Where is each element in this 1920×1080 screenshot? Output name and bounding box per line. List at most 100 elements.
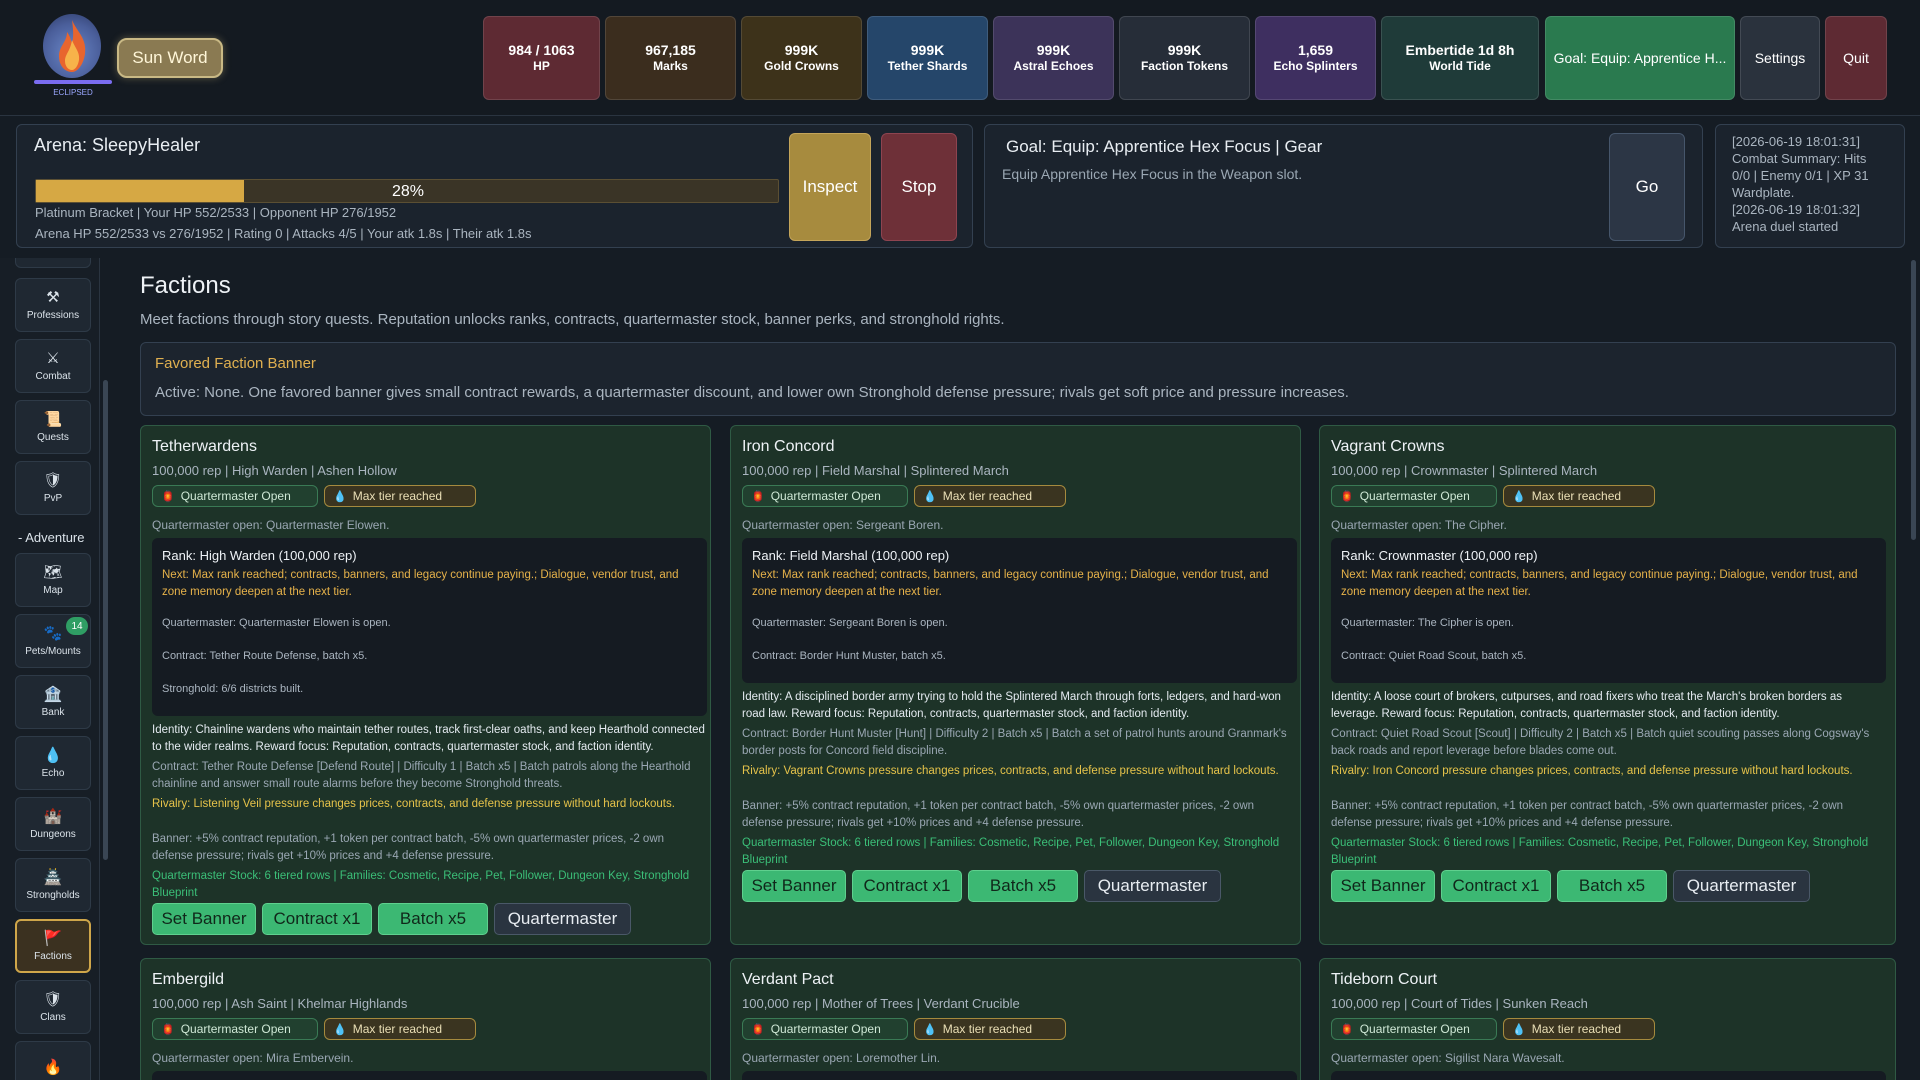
- batch-x5-button[interactable]: Batch x5: [378, 903, 488, 935]
- contract-x1-button[interactable]: Contract x1: [262, 903, 372, 935]
- faction-name: Verdant Pact: [742, 971, 834, 988]
- rank-line: Rank: Field Marshal (100,000 rep): [752, 548, 950, 563]
- faction-name: Tideborn Court: [1331, 971, 1438, 988]
- banner-text: Banner: +5% contract reputation, +1 toke…: [742, 800, 1255, 829]
- quartermaster-open-badge: 🏮 Quartermaster Open: [1331, 485, 1497, 507]
- quit-button[interactable]: Quit: [1825, 16, 1887, 100]
- goal-top-button[interactable]: Goal: Equip: Apprentice H...: [1545, 16, 1735, 100]
- quartermaster-line: Quartermaster: Quartermaster Elowen is o…: [162, 617, 391, 629]
- sidebar-scrollbar[interactable]: [103, 380, 108, 860]
- pets-icon: 🐾: [43, 625, 63, 642]
- max-tier-badge: 💧 Max tier reached: [1503, 485, 1655, 507]
- sidebar-item-map[interactable]: 🗺 Map: [15, 553, 91, 607]
- sidebar-item-bank[interactable]: 🏦 Bank: [15, 675, 91, 729]
- stat-gold-crowns-value: 999K: [784, 42, 819, 58]
- sidebar-item-quests[interactable]: 📜 Quests: [15, 400, 91, 454]
- sidebar-item-label: Bank: [41, 707, 65, 718]
- go-button[interactable]: Go: [1609, 133, 1685, 241]
- next-rank-text: Next: Max rank reached; contracts, banne…: [752, 569, 1269, 598]
- sidebar-item-pvp[interactable]: 🛡 PvP: [15, 461, 91, 515]
- quartermaster-button[interactable]: Quartermaster: [494, 903, 631, 935]
- quartermaster-icon: 🏮: [1340, 1023, 1354, 1036]
- sidebar-item-combat[interactable]: ⚔ Combat: [15, 339, 91, 393]
- stat-astral-echoes[interactable]: 999K Astral Echoes: [993, 16, 1114, 100]
- map-icon: 🗺: [43, 564, 63, 581]
- quartermaster-icon: 🏮: [1340, 490, 1354, 503]
- sidebar: ⚒ Professions ⚔ Combat 📜 Quests 🛡 PvP - …: [0, 258, 100, 1080]
- contract-line: Contract: Quiet Road Scout, batch x5.: [1341, 650, 1527, 662]
- stat-hp[interactable]: 984 / 1063 HP: [483, 16, 600, 100]
- quartermaster-open-badge: 🏮 Quartermaster Open: [152, 1018, 318, 1040]
- sidebar-item-pets-mounts[interactable]: 🐾 Pets/Mounts 14: [15, 614, 91, 668]
- faction-card-embergild: Embergild 100,000 rep | Ash Saint | Khel…: [140, 958, 711, 1080]
- favored-banner-text: Active: None. One favored banner gives s…: [155, 384, 1349, 401]
- badge-label: Quartermaster Open: [1359, 1022, 1470, 1036]
- faction-meta: 100,000 rep | Field Marshal | Splintered…: [742, 463, 1009, 478]
- tier-icon: 💧: [333, 490, 347, 503]
- badge-label: Quartermaster Open: [1359, 489, 1470, 503]
- set-banner-button[interactable]: Set Banner: [152, 903, 256, 935]
- stat-world-tide[interactable]: Embertide 1d 8h World Tide: [1381, 16, 1539, 100]
- contract-x1-button[interactable]: Contract x1: [1441, 870, 1551, 902]
- stat-tether-shards-value: 999K: [910, 42, 945, 58]
- quests-icon: 📜: [43, 411, 63, 428]
- batch-x5-button[interactable]: Batch x5: [1557, 870, 1667, 902]
- sidebar-item-gear[interactable]: [15, 258, 91, 268]
- eclipsed-logo[interactable]: ECLIPSED: [34, 12, 112, 98]
- banner-text: Banner: +5% contract reputation, +1 toke…: [152, 833, 665, 862]
- stat-hp-value: 984 / 1063: [508, 42, 575, 58]
- sidebar-item-clans[interactable]: 🛡 Clans: [15, 980, 91, 1034]
- stat-echo-splinters[interactable]: 1,659 Echo Splinters: [1255, 16, 1376, 100]
- stat-astral-echoes-label: Astral Echoes: [1013, 59, 1094, 73]
- goal-title: Goal: Equip: Apprentice Hex Focus | Gear: [1006, 137, 1323, 156]
- sidebar-item-professions[interactable]: ⚒ Professions: [15, 278, 91, 332]
- quartermaster-open-badge: 🏮 Quartermaster Open: [152, 485, 318, 507]
- stronghold-line: Stronghold: 6/6 districts built.: [162, 683, 304, 695]
- sidebar-item-dungeons[interactable]: 🏰 Dungeons: [15, 797, 91, 851]
- quartermaster-button[interactable]: Quartermaster: [1673, 870, 1810, 902]
- arena-detail-line: Arena HP 552/2533 vs 276/1952 | Rating 0…: [35, 226, 532, 241]
- inspect-button[interactable]: Inspect: [789, 133, 871, 241]
- identity-text: Identity: A disciplined border army tryi…: [742, 691, 1281, 720]
- stat-echo-splinters-label: Echo Splinters: [1273, 59, 1358, 73]
- rivalry-text: Rivalry: Vagrant Crowns pressure changes…: [742, 765, 1279, 777]
- logo-label: ECLIPSED: [53, 88, 93, 97]
- stat-tether-shards[interactable]: 999K Tether Shards: [867, 16, 988, 100]
- stat-faction-tokens-label: Faction Tokens: [1140, 59, 1229, 73]
- max-tier-badge: 💧 Max tier reached: [914, 485, 1066, 507]
- stat-faction-tokens[interactable]: 999K Faction Tokens: [1119, 16, 1250, 100]
- quartermaster-open-line: Quartermaster open: Quartermaster Elowen…: [152, 518, 390, 532]
- badge-label: Max tier reached: [352, 1022, 443, 1036]
- goal-panel: Goal: Equip: Apprentice Hex Focus | Gear…: [984, 124, 1703, 248]
- quartermaster-open-line: Quartermaster open: Sigilist Nara Wavesa…: [1331, 1051, 1565, 1065]
- next-rank-text: Next: Max rank reached; contracts, banne…: [162, 569, 679, 598]
- faction-card-tetherwardens: Tetherwardens 100,000 rep | High Warden …: [140, 425, 711, 945]
- settings-button[interactable]: Settings: [1740, 16, 1820, 100]
- badge-label: Quartermaster Open: [180, 1022, 291, 1036]
- main-scrollbar[interactable]: [1911, 260, 1916, 540]
- contract-x1-button[interactable]: Contract x1: [852, 870, 962, 902]
- sun-word-button[interactable]: Sun Word: [117, 38, 223, 78]
- sidebar-item-strongholds[interactable]: 🏯 Strongholds: [15, 858, 91, 912]
- stop-button[interactable]: Stop: [881, 133, 957, 241]
- sidebar-item-echo[interactable]: 💧 Echo: [15, 736, 91, 790]
- combat-log: [2026-06-19 18:01:31] Combat Summary: Hi…: [1715, 124, 1905, 248]
- batch-x5-button[interactable]: Batch x5: [968, 870, 1078, 902]
- contract-detail: Contract: Border Hunt Muster [Hunt] | Di…: [742, 728, 1287, 757]
- arena-progress-label: 28%: [391, 183, 425, 200]
- contract-detail: Contract: Tether Route Defense [Defend R…: [152, 761, 691, 790]
- max-tier-badge: 💧 Max tier reached: [1503, 1018, 1655, 1040]
- sidebar-item-factions[interactable]: 🚩 Factions: [15, 919, 91, 973]
- faction-meta: 100,000 rep | Ash Saint | Khelmar Highla…: [152, 996, 408, 1011]
- quartermaster-stock-text: Quartermaster Stock: 6 tiered rows | Fam…: [152, 870, 690, 899]
- arena-title: Arena: SleepyHealer: [34, 135, 201, 155]
- quartermaster-button[interactable]: Quartermaster: [1084, 870, 1221, 902]
- set-banner-button[interactable]: Set Banner: [1331, 870, 1435, 902]
- stat-gold-crowns[interactable]: 999K Gold Crowns: [741, 16, 862, 100]
- log-entry: [2026-06-19 18:01:31] Combat Summary: Hi…: [1732, 134, 1869, 200]
- set-banner-button[interactable]: Set Banner: [742, 870, 846, 902]
- sidebar-item-more[interactable]: 🔥: [15, 1041, 91, 1080]
- sidebar-section-adventure[interactable]: - Adventure: [18, 530, 85, 545]
- stat-marks[interactable]: 967,185 Marks: [605, 16, 736, 100]
- rank-box: Rank: Crownmaster (100,000 rep) Next: Ma…: [1331, 538, 1886, 683]
